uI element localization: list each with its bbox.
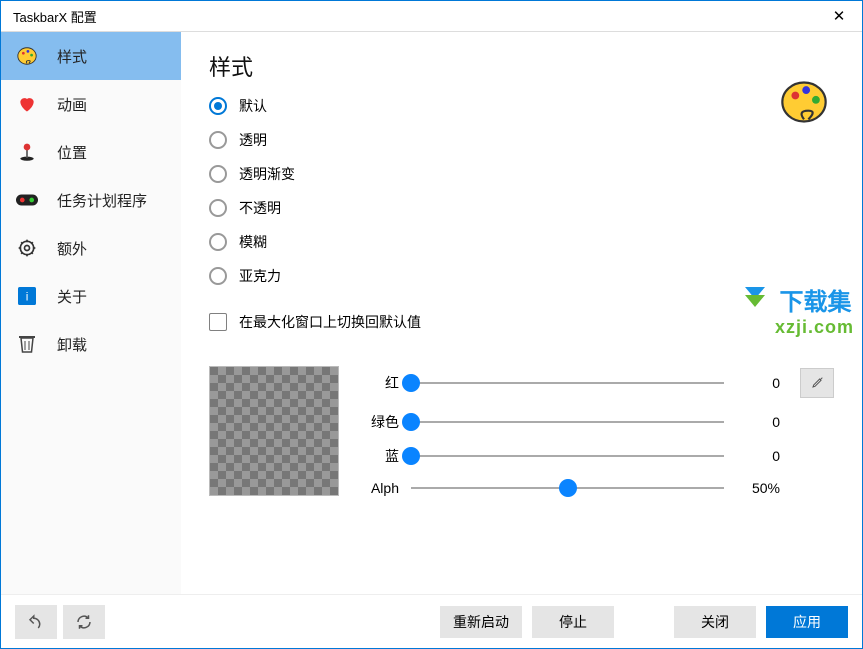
slider-value: 0 [736,414,780,430]
page-title: 样式 [209,50,834,82]
sidebar-item-label: 样式 [57,46,87,67]
sidebar-item-extra[interactable]: 额外 [1,224,181,272]
sidebar-item-taskscheduler[interactable]: 任务计划程序 [1,176,181,224]
slider-blue[interactable]: 蓝 0 [363,446,834,466]
radio-icon [209,97,227,115]
radio-transparent-gradient[interactable]: 透明渐变 [209,164,834,184]
radio-icon [209,267,227,285]
radio-acrylic[interactable]: 亚克力 [209,266,834,286]
slider-green[interactable]: 绿色 0 [363,412,834,432]
undo-icon [27,613,45,631]
joystick-icon [15,140,39,164]
radio-label: 模糊 [239,232,267,252]
checkbox-label: 在最大化窗口上切换回默认值 [239,312,421,332]
sidebar-item-label: 任务计划程序 [57,190,147,211]
sidebar-item-label: 动画 [57,94,87,115]
traffic-light-icon [15,188,39,212]
maximize-revert-checkbox[interactable]: 在最大化窗口上切换回默认值 [209,312,834,332]
close-icon[interactable]: ✕ [816,1,862,31]
style-radio-group: 默认 透明 透明渐变 不透明 [209,96,834,286]
slider-value: 0 [736,375,780,391]
radio-transparent[interactable]: 透明 [209,130,834,150]
radio-icon [209,131,227,149]
sidebar-item-about[interactable]: i 关于 [1,272,181,320]
slider-label: 红 [363,373,399,393]
slider-thumb[interactable] [402,447,420,465]
svg-text:i: i [26,291,29,304]
window-title: TaskbarX 配置 [13,7,816,26]
radio-label: 透明 [239,130,267,150]
sidebar-item-animation[interactable]: 动画 [1,80,181,128]
radio-icon [209,199,227,217]
eyedropper-icon [809,375,825,391]
sidebar-item-label: 卸载 [57,334,87,355]
eyedropper-button[interactable] [800,368,834,398]
radio-label: 默认 [239,96,267,116]
palette-icon [778,76,830,133]
sidebar-item-label: 关于 [57,286,87,307]
slider-alpha[interactable]: Alph 50% [363,480,834,496]
radio-opaque[interactable]: 不透明 [209,198,834,218]
footer: 重新启动 停止 关闭 应用 [1,594,862,648]
sidebar-item-uninstall[interactable]: 卸载 [1,320,181,368]
palette-icon [15,44,39,68]
color-preview-swatch [209,366,339,496]
sidebar-item-position[interactable]: 位置 [1,128,181,176]
slider-red[interactable]: 红 0 [363,368,834,398]
titlebar: TaskbarX 配置 ✕ [1,1,862,32]
radio-label: 透明渐变 [239,164,295,184]
radio-label: 亚克力 [239,266,281,286]
main-panel: 样式 默认 透明 透明渐变 [181,32,862,594]
close-button[interactable]: 关闭 [674,606,756,638]
sidebar: 样式 动画 位置 任务 [1,32,181,594]
slider-value: 0 [736,448,780,464]
slider-label: 绿色 [363,412,399,432]
sidebar-item-label: 位置 [57,142,87,163]
slider-track[interactable] [411,487,724,489]
radio-blur[interactable]: 模糊 [209,232,834,252]
radio-label: 不透明 [239,198,281,218]
slider-track[interactable] [411,421,724,423]
slider-thumb[interactable] [559,479,577,497]
restart-button[interactable]: 重新启动 [440,606,522,638]
undo-button[interactable] [15,605,57,639]
slider-track[interactable] [411,382,724,384]
info-icon: i [15,284,39,308]
slider-thumb[interactable] [402,413,420,431]
slider-track[interactable] [411,455,724,457]
sidebar-item-style[interactable]: 样式 [1,32,181,80]
radio-default[interactable]: 默认 [209,96,834,116]
sidebar-item-label: 额外 [57,238,87,259]
slider-label: Alph [363,480,399,496]
slider-thumb[interactable] [402,374,420,392]
refresh-button[interactable] [63,605,105,639]
stop-button[interactable]: 停止 [532,606,614,638]
apply-button[interactable]: 应用 [766,606,848,638]
trash-icon [15,332,39,356]
radio-icon [209,233,227,251]
slider-value: 50% [736,480,780,496]
heart-icon [15,92,39,116]
radio-icon [209,165,227,183]
refresh-icon [75,613,93,631]
gear-icon [15,236,39,260]
slider-label: 蓝 [363,446,399,466]
checkbox-icon [209,313,227,331]
